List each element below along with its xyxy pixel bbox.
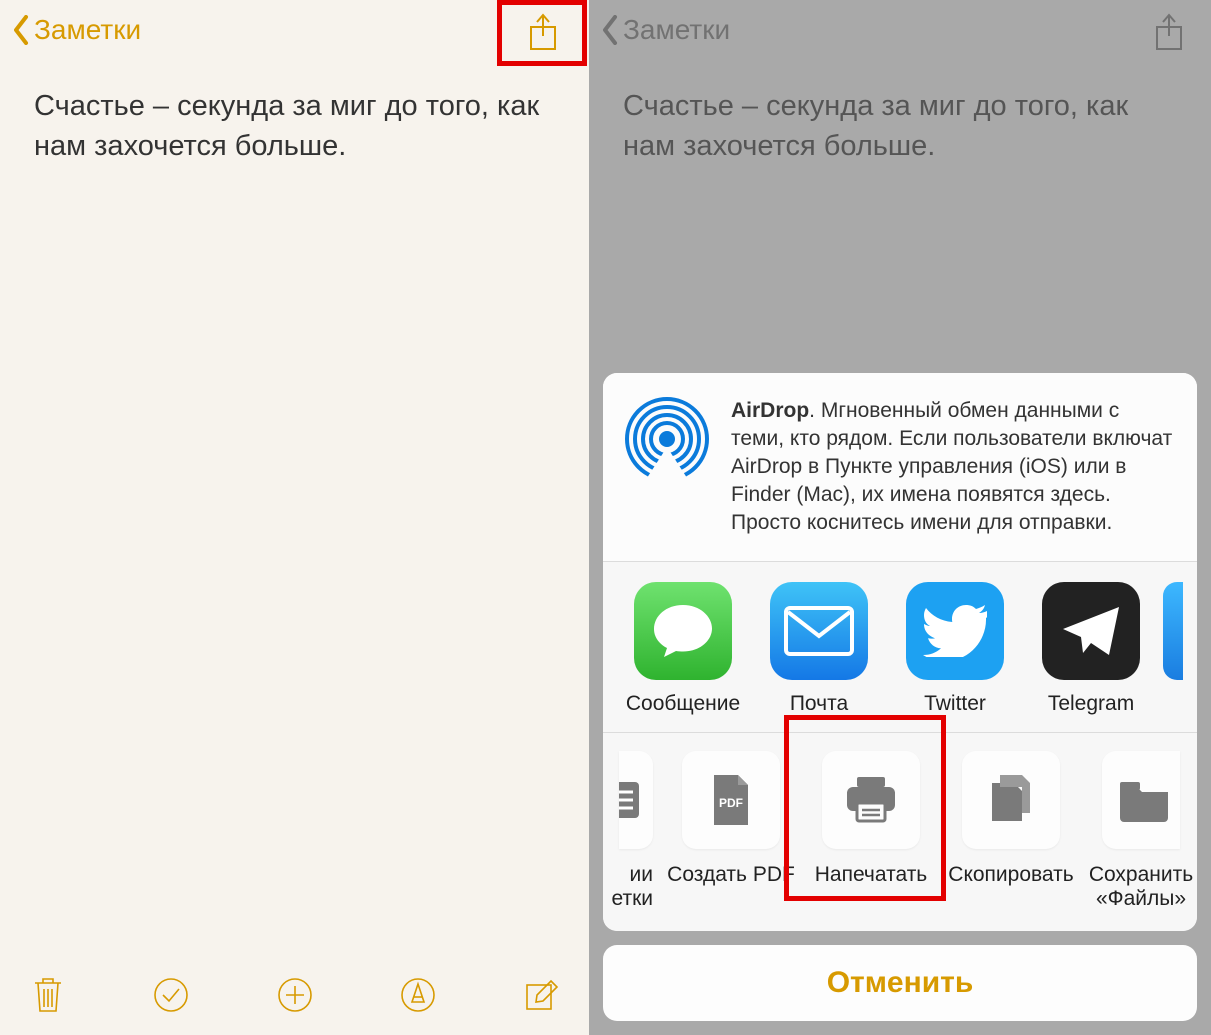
markup-icon — [399, 976, 437, 1014]
share-apps-row[interactable]: Сообщение Почта Twitter — [603, 562, 1197, 732]
compose-icon — [523, 977, 559, 1013]
checklist-button[interactable] — [149, 973, 193, 1017]
share-button-dimmed — [1145, 8, 1193, 56]
cancel-label: Отменить — [827, 966, 974, 1000]
notes-pane-left: Заметки Счастье – секунда за миг до того… — [0, 0, 589, 1035]
share-app-telegram[interactable]: Telegram — [1023, 582, 1159, 716]
compose-button[interactable] — [519, 973, 563, 1017]
action-label: Скопировать — [948, 863, 1073, 887]
note-content-dimmed: Счастье – секунда за миг до того, как на… — [589, 60, 1211, 192]
svg-text:PDF: PDF — [719, 796, 743, 810]
share-action-copy[interactable]: Скопировать — [941, 751, 1081, 911]
notes-pane-right: Заметки Счастье – секунда за миг до того… — [589, 0, 1211, 1035]
add-button[interactable] — [273, 973, 317, 1017]
airdrop-section[interactable]: AirDrop. Мгновенный обмен данными с теми… — [603, 373, 1197, 561]
share-app-mail[interactable]: Почта — [751, 582, 887, 716]
airdrop-icon — [625, 397, 709, 481]
share-action-create-pdf[interactable]: PDF Создать PDF — [661, 751, 801, 911]
share-sheet: AirDrop. Мгновенный обмен данными с теми… — [603, 373, 1197, 1021]
share-actions-row[interactable]: ииетки PDF Создать PDF Напечатать — [603, 733, 1197, 931]
trash-icon — [31, 975, 65, 1015]
folder-icon — [1102, 751, 1180, 849]
app-label: Сообщение — [626, 692, 740, 716]
twitter-icon — [906, 582, 1004, 680]
nav-bar-left: Заметки — [0, 0, 589, 60]
markup-button[interactable] — [396, 973, 440, 1017]
chevron-left-icon — [601, 15, 619, 45]
share-button[interactable] — [519, 8, 567, 56]
messages-icon — [634, 582, 732, 680]
share-app-twitter[interactable]: Twitter — [887, 582, 1023, 716]
share-action-print[interactable]: Напечатать — [801, 751, 941, 911]
delete-button[interactable] — [26, 973, 70, 1017]
share-panel: AirDrop. Мгновенный обмен данными с теми… — [603, 373, 1197, 931]
nav-bar-right-dimmed: Заметки — [589, 0, 1211, 60]
action-label: ииетки — [611, 863, 653, 911]
airdrop-description: AirDrop. Мгновенный обмен данными с теми… — [731, 397, 1175, 537]
share-app-more[interactable] — [1159, 582, 1187, 716]
share-action-save-to-files[interactable]: Сохранить«Файлы» — [1081, 751, 1197, 911]
chevron-left-icon — [12, 15, 30, 45]
app-label: Twitter — [924, 692, 986, 716]
app-icon-peek — [1163, 582, 1183, 680]
action-label: Напечатать — [815, 863, 928, 887]
action-label: Создать PDF — [667, 863, 795, 887]
share-icon — [527, 12, 559, 52]
mail-icon — [770, 582, 868, 680]
pdf-icon: PDF — [682, 751, 780, 849]
printer-icon — [822, 751, 920, 849]
action-icon-partial — [619, 751, 653, 849]
note-content[interactable]: Счастье – секунда за миг до того, как на… — [0, 60, 589, 192]
app-label: Почта — [790, 692, 848, 716]
action-label: Сохранить«Файлы» — [1089, 863, 1193, 911]
telegram-icon — [1042, 582, 1140, 680]
bottom-toolbar — [0, 965, 589, 1035]
check-circle-icon — [152, 976, 190, 1014]
copy-icon — [962, 751, 1060, 849]
back-label: Заметки — [34, 14, 141, 46]
app-label: Telegram — [1048, 692, 1134, 716]
back-button[interactable]: Заметки — [12, 14, 141, 46]
share-icon — [1153, 12, 1185, 52]
share-action-truncated-left[interactable]: ииетки — [603, 751, 661, 911]
back-button-dimmed: Заметки — [601, 14, 730, 46]
back-label-dimmed: Заметки — [623, 14, 730, 46]
share-app-messages[interactable]: Сообщение — [615, 582, 751, 716]
plus-circle-icon — [276, 976, 314, 1014]
cancel-button[interactable]: Отменить — [603, 945, 1197, 1021]
